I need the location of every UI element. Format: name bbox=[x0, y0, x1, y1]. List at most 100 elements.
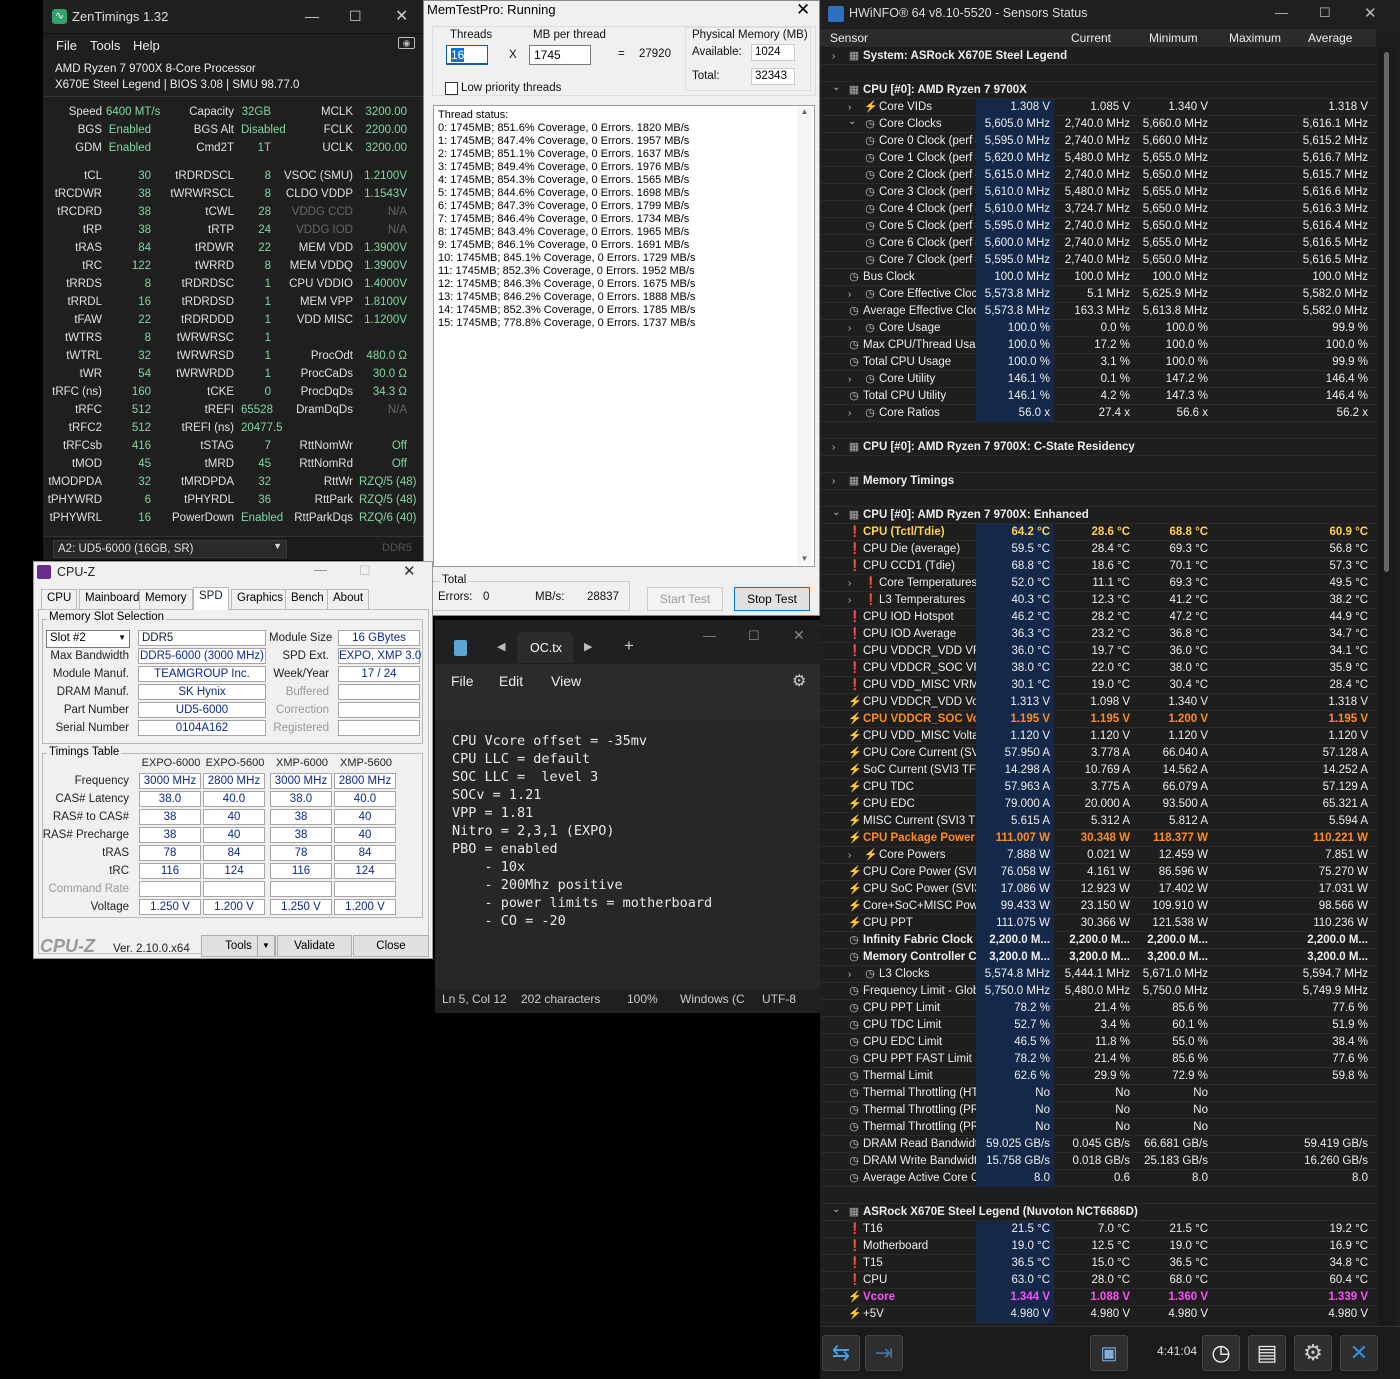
chevron-right-icon[interactable]: › bbox=[848, 847, 851, 864]
slot-select[interactable]: Slot #2 ▼ bbox=[46, 630, 130, 648]
sensor-row[interactable]: ◷ Core 1 Clock (perf #1) 5,620.0 MHz 5,480.… bbox=[820, 150, 1376, 167]
sensor-row[interactable]: › ◷ Core Ratios 56.0 x 27.4 x 56.6 x 56.2 x bbox=[820, 405, 1376, 422]
sensor-row[interactable]: ❗ CPU CCD1 (Tdie) 68.8 °C 18.6 °C 70.1 °C 57.… bbox=[820, 558, 1376, 575]
sensor-row[interactable]: › ❗ Core Temperatures 52.0 °C 11.1 °C 69.3 °C… bbox=[820, 575, 1376, 592]
sensor-row[interactable]: ❗ T16 21.5 °C 7.0 °C 21.5 °C 19.2 °C bbox=[820, 1221, 1376, 1238]
new-tab-icon[interactable]: + bbox=[624, 636, 634, 656]
close-button[interactable]: Close bbox=[353, 935, 429, 957]
notepad-editor[interactable]: CPU Vcore offset = -35mv CPU LLC = defau… bbox=[435, 720, 820, 990]
sensor-row[interactable]: ◷ Core 5 Clock (perf #3) 5,595.0 MHz 2,740.… bbox=[820, 218, 1376, 235]
sensor-scrollbar[interactable] bbox=[1378, 48, 1396, 1325]
sensor-row[interactable]: ⚡ CPU TDC 57.963 A 3.775 A 66.079 A 57.129 A bbox=[820, 779, 1376, 796]
sensor-row[interactable]: ⚡ SoC Current (SVI3 TFN) 14.298 A 10.769 A1… bbox=[820, 762, 1376, 779]
tab-cpu[interactable]: CPU bbox=[41, 589, 78, 609]
sensor-row[interactable]: › ◷ Core Effective Clocks 5,573.8 MHz 5.1 MH… bbox=[820, 286, 1376, 303]
mb-per-thread-input[interactable]: 1745 bbox=[529, 45, 591, 65]
sensor-row[interactable]: ❗ CPU IOD Hotspot 46.2 °C 28.2 °C 47.2 °C 44.… bbox=[820, 609, 1376, 626]
chevron-right-icon[interactable]: › bbox=[832, 439, 835, 456]
menu-edit[interactable]: Edit bbox=[499, 673, 523, 689]
sensor-row[interactable]: ◷ Core 3 Clock (perf #1) 5,610.0 MHz 5,480.… bbox=[820, 184, 1376, 201]
sensor-row[interactable]: ◷ Core 4 Clock (perf #2) 5,610.0 MHz 3,724.… bbox=[820, 201, 1376, 218]
sensor-row[interactable]: ◷ DRAM Write Bandwidth 15.758 GB/s 0.018 GB… bbox=[820, 1153, 1376, 1170]
sensor-row[interactable]: ⚡ CPU PPT 111.075 W 30.366 W 121.538 W 110.23… bbox=[820, 915, 1376, 932]
sensor-row[interactable]: › ◷ Core Usage 100.0 % 0.0 % 100.0 % 99.9 % bbox=[820, 320, 1376, 337]
header-current[interactable]: Current bbox=[1071, 31, 1111, 45]
chevron-right-icon[interactable]: › bbox=[832, 473, 835, 490]
sensor-row[interactable]: ⚡ CPU VDDCR_SOC Voltage (SV... 1.195 V 1.19… bbox=[820, 711, 1376, 728]
menu-view[interactable]: View bbox=[551, 673, 581, 689]
close-icon[interactable]: ✕ bbox=[395, 6, 408, 26]
sensor-row[interactable]: ❗ Motherboard 19.0 °C 12.5 °C 19.0 °C 16.9 °C bbox=[820, 1238, 1376, 1255]
sensor-row[interactable]: › ⚡ Core Powers 7.888 W 0.021 W 12.459 W 7.851… bbox=[820, 847, 1376, 864]
tab-mainboard[interactable]: Mainboard bbox=[79, 589, 146, 609]
threads-input[interactable]: 16 bbox=[446, 45, 488, 65]
sensor-row[interactable]: ◷ CPU PPT Limit 78.2 % 21.4 % 85.6 % 77.6 % bbox=[820, 1000, 1376, 1017]
status-scrollbar[interactable]: ▲ ▼ bbox=[797, 107, 812, 565]
sensor-row[interactable]: ❗ CPU Die (average) 59.5 °C 28.4 °C 69.3 °C 5… bbox=[820, 541, 1376, 558]
zoom-level[interactable]: 100% bbox=[627, 992, 658, 1006]
sensor-row[interactable]: ⌄ ◷ Core Clocks 5,605.0 MHz 2,740.0 MHz 5,660… bbox=[820, 116, 1376, 133]
sensor-row[interactable]: ◷ Memory Controller Clock (UC... 3,200.0 M… bbox=[820, 949, 1376, 966]
sensor-row[interactable]: ◷ Average Effective Clock 5,573.8 MHz 163.3… bbox=[820, 303, 1376, 320]
header-average[interactable]: Average bbox=[1308, 31, 1352, 45]
sensor-row[interactable]: ◷ Thermal Throttling (HTC) No No No bbox=[820, 1085, 1376, 1102]
sensor-row[interactable]: ◷ Thermal Throttling (PROCHOT EXT) No No No bbox=[820, 1119, 1376, 1136]
collapse-arrows-icon[interactable]: ⇥ bbox=[865, 1335, 903, 1371]
camera-icon[interactable]: ◉ bbox=[398, 37, 415, 49]
sensor-row[interactable]: ◷ Max CPU/Thread Usage 100.0 % 17.2 % 100.0 … bbox=[820, 337, 1376, 354]
sensor-row[interactable]: ⚡ CPU EDC 79.000 A 20.000 A 93.500 A 65.321 A bbox=[820, 796, 1376, 813]
close-icon[interactable]: ✕ bbox=[796, 1, 810, 20]
chevron-right-icon[interactable]: › bbox=[848, 405, 851, 422]
sensor-row[interactable]: ⚡ +5V 4.980 V 4.980 V 4.980 V 4.980 V bbox=[820, 1306, 1376, 1323]
chevron-down-icon[interactable]: ⌄ bbox=[832, 79, 840, 96]
maximize-icon[interactable]: ☐ bbox=[748, 628, 760, 644]
sensor-row[interactable]: ❗ CPU (Tctl/Tdie) 64.2 °C 28.6 °C 68.8 °C 60.… bbox=[820, 524, 1376, 541]
menu-file[interactable]: File bbox=[451, 673, 474, 689]
chevron-right-icon[interactable]: › bbox=[848, 371, 851, 388]
minimize-icon[interactable]: — bbox=[314, 562, 327, 577]
sensor-group[interactable]: › ▦ System: ASRock X670E Steel Legend bbox=[820, 48, 1376, 65]
network-icon[interactable]: ▣ bbox=[1090, 1335, 1128, 1371]
log-icon[interactable]: ▤ bbox=[1248, 1335, 1286, 1371]
sensor-row[interactable]: ◷ Infinity Fabric Clock (FCLK) 2,200.0 M..… bbox=[820, 932, 1376, 949]
sensor-row[interactable]: ◷ Core 2 Clock (perf #4) 5,615.0 MHz 2,740.… bbox=[820, 167, 1376, 184]
scrollbar-thumb[interactable] bbox=[1384, 52, 1389, 572]
sensor-group[interactable]: ⌄ ▦ ASRock X670E Steel Legend (Nuvoton NCT… bbox=[820, 1204, 1376, 1221]
low-priority-checkbox[interactable] bbox=[445, 82, 458, 95]
validate-button[interactable]: Validate bbox=[277, 935, 352, 957]
sensor-row[interactable]: ◷ Core 6 Clock (perf #6) 5,600.0 MHz 2,740.… bbox=[820, 235, 1376, 252]
header-minimum[interactable]: Minimum bbox=[1149, 31, 1198, 45]
sensor-row[interactable]: ◷ Bus Clock 100.0 MHz 100.0 MHz 100.0 MHz 100… bbox=[820, 269, 1376, 286]
line-ending[interactable]: Windows (C bbox=[680, 992, 745, 1006]
tab-bench[interactable]: Bench bbox=[285, 589, 330, 609]
sensor-row[interactable]: ⚡ Vcore 1.344 V 1.088 V 1.360 V 1.339 V bbox=[820, 1289, 1376, 1306]
sensor-row[interactable]: ◷ Average Active Core Count 8.0 0.6 8.0 8.0 bbox=[820, 1170, 1376, 1187]
chevron-right-icon[interactable]: › bbox=[848, 320, 851, 337]
chevron-right-icon[interactable]: › bbox=[848, 592, 851, 609]
sensor-row[interactable]: ❗ CPU VDD_MISC VRM (SVI3 TFN) 30.1 °C 19.0 … bbox=[820, 677, 1376, 694]
sensor-row[interactable]: ⚡ CPU VDD_MISC Voltage (SVI3 TFN) 1.120 V1… bbox=[820, 728, 1376, 745]
sensor-row[interactable]: ◷ Total CPU Utility 146.1 % 4.2 % 147.3 % 146… bbox=[820, 388, 1376, 405]
tab-memory[interactable]: Memory bbox=[139, 589, 193, 609]
tab-about[interactable]: About bbox=[327, 589, 370, 609]
menu-help[interactable]: Help bbox=[133, 38, 160, 53]
expand-arrows-icon[interactable]: ⇆ bbox=[822, 1335, 860, 1371]
close-icon[interactable]: ✕ bbox=[403, 562, 416, 580]
sensor-row[interactable]: › ◷ Core Utility 146.1 % 0.1 % 147.2 % 146.4 % bbox=[820, 371, 1376, 388]
tab-graphics[interactable]: Graphics bbox=[231, 589, 290, 609]
close-icon[interactable]: ✕ bbox=[793, 627, 805, 644]
chevron-right-icon[interactable]: › bbox=[848, 966, 851, 983]
close-icon[interactable]: ✕ bbox=[1364, 4, 1377, 22]
settings-gear-icon[interactable]: ⚙ bbox=[792, 671, 806, 691]
sensor-row[interactable]: ❗ CPU VDDCR_VDD VRM (SVI3 TFN) 36.0 °C 19.7… bbox=[820, 643, 1376, 660]
minimize-icon[interactable]: — bbox=[305, 8, 319, 24]
sensor-row[interactable]: ◷ DRAM Read Bandwidth 59.025 GB/s 0.045 GB/… bbox=[820, 1136, 1376, 1153]
sensor-row[interactable]: ◷ Core 0 Clock (perf #5) 5,595.0 MHz 2,740.… bbox=[820, 133, 1376, 150]
menu-tools[interactable]: Tools bbox=[90, 38, 120, 53]
dimm-select[interactable]: A2: UD5-6000 (16GB, SR) ▼ bbox=[53, 540, 287, 558]
sensor-group[interactable]: ⌄ ▦ CPU [#0]: AMD Ryzen 7 9700X bbox=[820, 82, 1376, 99]
minimize-icon[interactable]: — bbox=[703, 628, 716, 643]
header-sensor[interactable]: Sensor bbox=[830, 31, 868, 45]
sensor-group[interactable]: › ▦ Memory Timings bbox=[820, 473, 1376, 490]
tools-dropdown-icon[interactable]: ▼ bbox=[257, 935, 275, 957]
